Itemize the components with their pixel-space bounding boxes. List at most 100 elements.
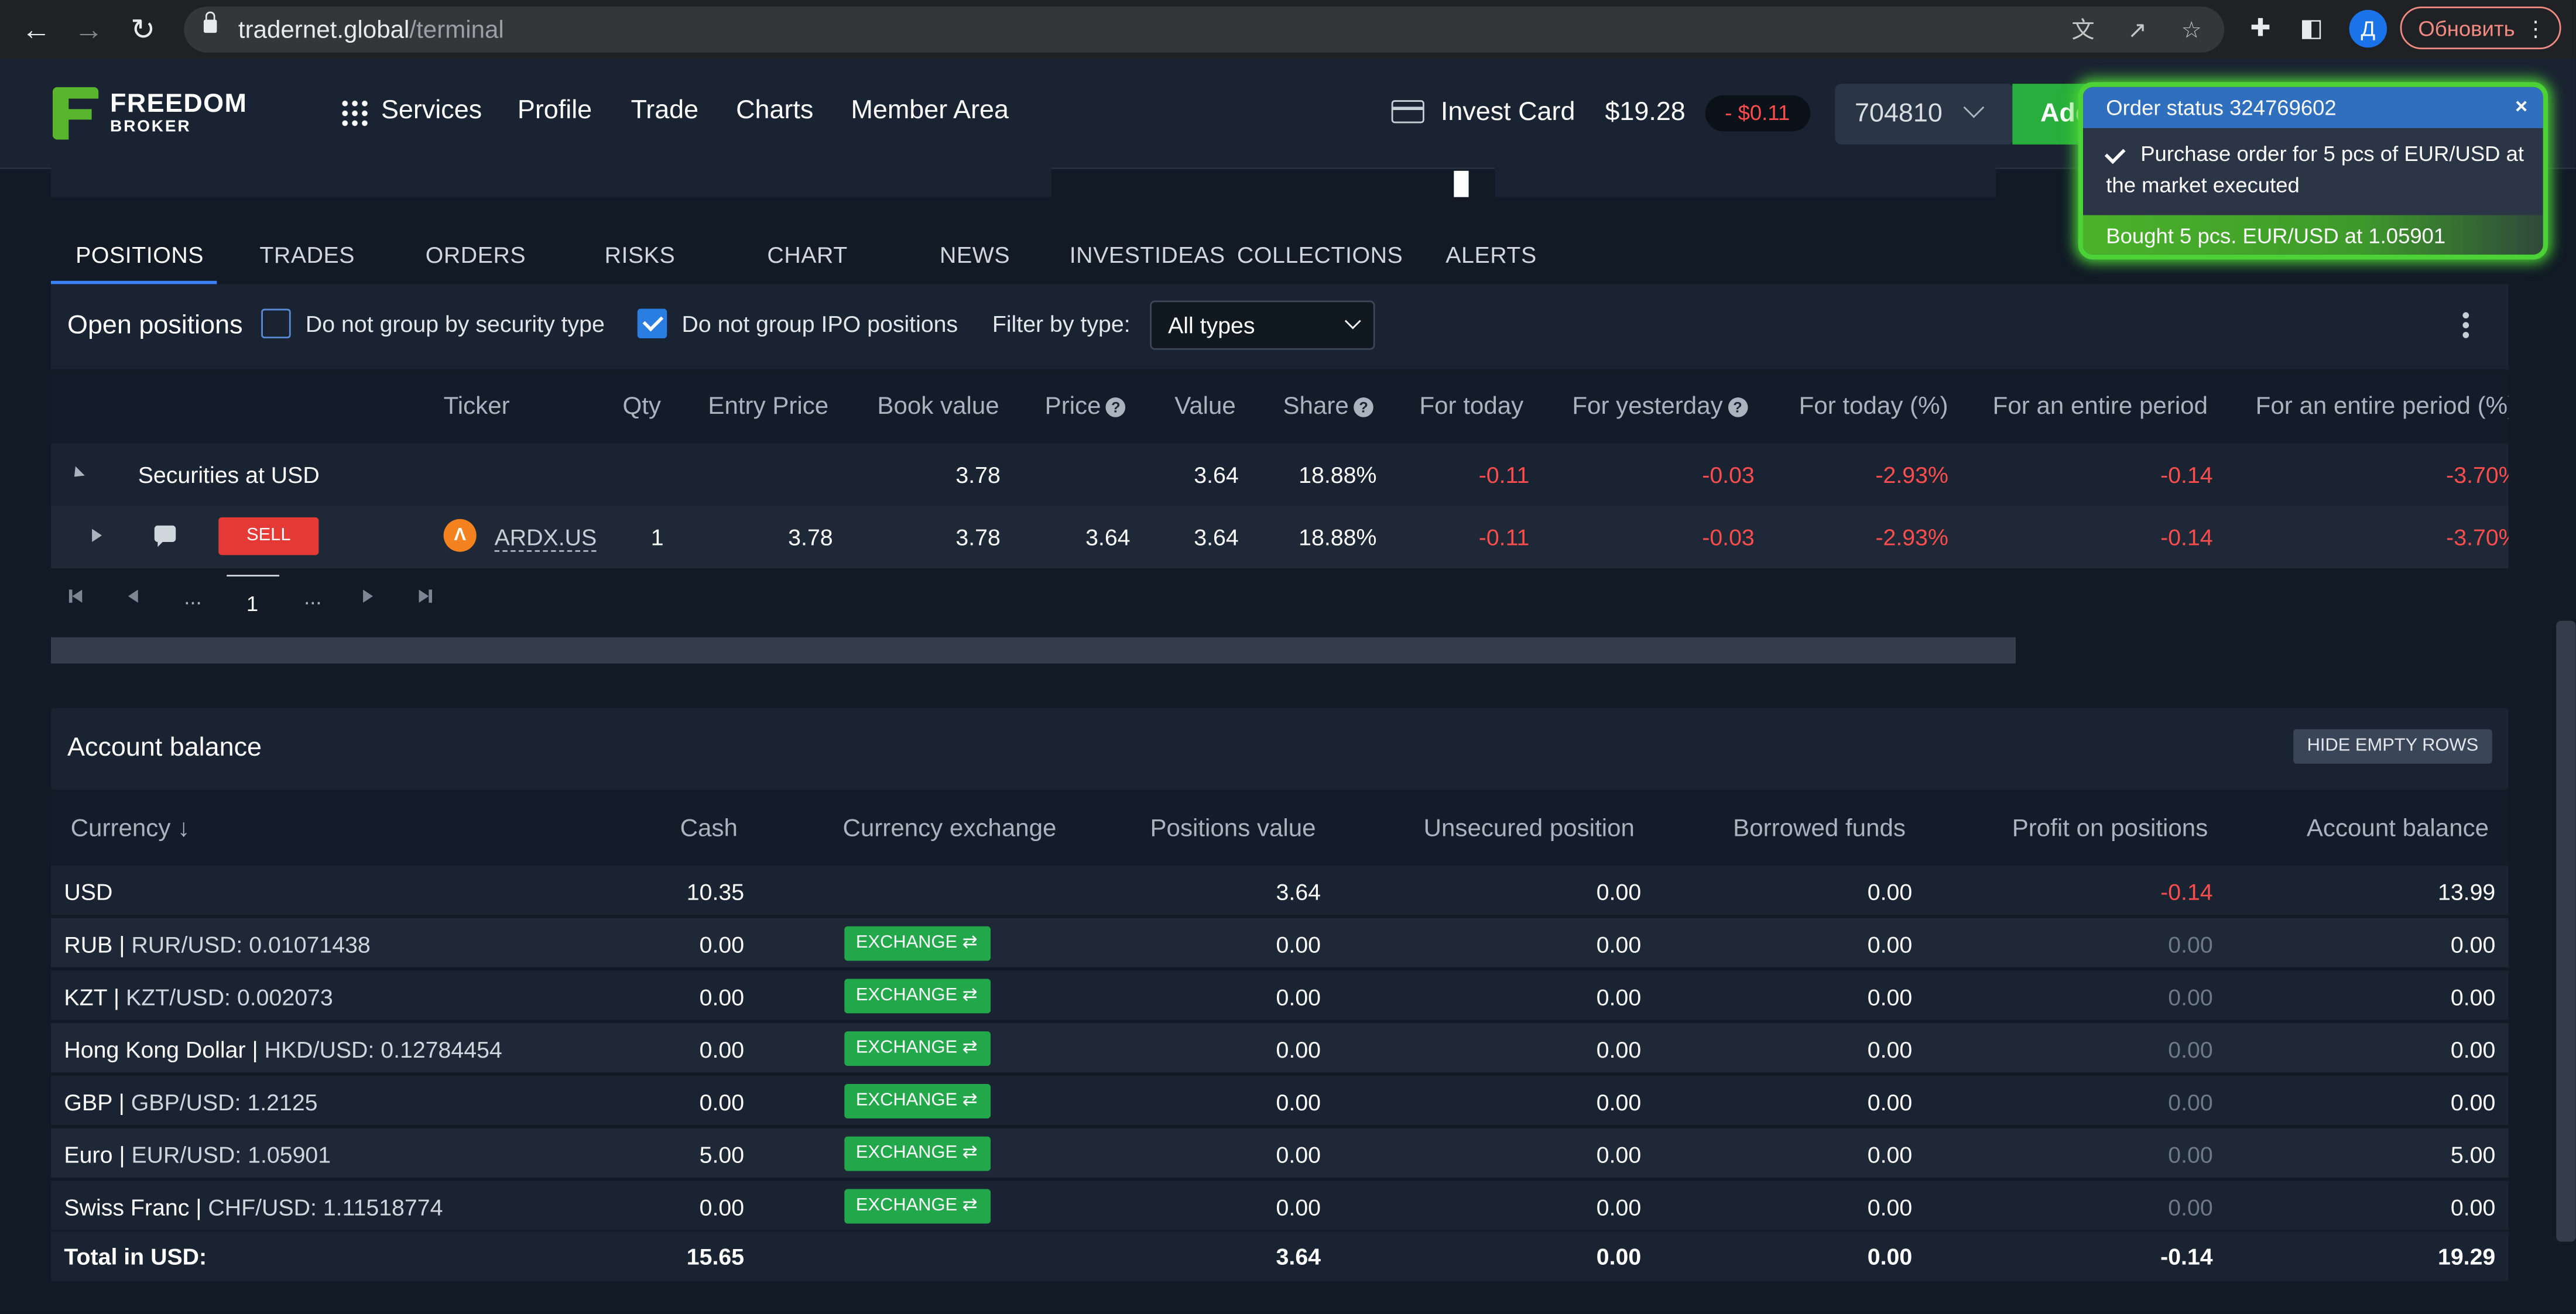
last-page-arrow-icon[interactable] xyxy=(419,589,429,603)
help-icon[interactable]: ? xyxy=(1354,397,1373,417)
col-ticker[interactable]: Ticker xyxy=(444,393,510,421)
group-ipo-checkbox[interactable] xyxy=(637,308,667,339)
browser-toolbar: ← → ↻ tradernet.global/terminal 文 ↗ ☆ ✚ … xyxy=(0,0,2576,60)
col-book-value[interactable]: Book value xyxy=(877,393,999,421)
sell-button[interactable]: SELL xyxy=(218,517,319,555)
group-for-today-pct: -2.93% xyxy=(1875,461,1948,488)
close-icon[interactable]: × xyxy=(2515,94,2527,118)
col-value[interactable]: Value xyxy=(1174,393,1236,421)
balance-positions-value: 0.00 xyxy=(1276,1089,1321,1116)
horizontal-scrollbar[interactable] xyxy=(50,637,2016,664)
invest-card-icon[interactable] xyxy=(1391,100,1424,123)
back-arrow-icon[interactable]: ← xyxy=(18,12,54,48)
prev-page-icon[interactable] xyxy=(128,589,138,603)
tab-alerts[interactable]: ALERTS xyxy=(1445,241,1537,267)
extensions-puzzle-icon[interactable]: ✚ xyxy=(2244,12,2277,48)
toast-footer: Bought 5 pcs. EUR/USD at 1.05901 xyxy=(2083,215,2543,255)
bookmark-star-icon[interactable]: ☆ xyxy=(2175,15,2208,44)
group-ipo-label[interactable]: Do not group IPO positions xyxy=(681,310,958,337)
nav-trade[interactable]: Trade xyxy=(631,97,699,127)
balance-profit: 0.00 xyxy=(2168,931,2213,958)
reload-icon[interactable]: ↻ xyxy=(125,12,161,48)
browser-update-button[interactable]: Обновить ⋮ xyxy=(2400,6,2561,51)
exchange-button[interactable]: EXCHANGE ⇄ xyxy=(844,979,991,1014)
share-icon[interactable]: ↗ xyxy=(2121,15,2154,44)
ticker-link[interactable]: ARDX.US xyxy=(494,524,597,552)
nav-profile[interactable]: Profile xyxy=(518,97,592,127)
more-vert-icon[interactable]: ⋮ xyxy=(2525,8,2546,51)
next-page-icon[interactable] xyxy=(363,589,373,603)
balance-unsecured: 0.00 xyxy=(1596,1036,1642,1063)
group-by-type-checkbox[interactable] xyxy=(261,308,291,339)
tab-risks[interactable]: RISKS xyxy=(605,241,676,267)
position-entire-period: -0.14 xyxy=(2160,524,2213,551)
tab-investideas[interactable]: INVESTIDEAS xyxy=(1070,241,1225,267)
first-page-icon[interactable] xyxy=(68,589,72,603)
side-panel-icon[interactable]: ◧ xyxy=(2295,12,2328,48)
col-for-yesterday[interactable]: For yesterday? xyxy=(1572,393,1748,420)
address-bar[interactable]: tradernet.global/terminal 文 ↗ ☆ xyxy=(184,6,2225,53)
col-currency[interactable]: Currency ↓ xyxy=(71,815,190,843)
group-by-type-label[interactable]: Do not group by security type xyxy=(306,310,605,337)
col-unsecured-position[interactable]: Unsecured position xyxy=(1380,815,1635,843)
first-page-arrow-icon[interactable] xyxy=(72,589,83,603)
last-page-icon[interactable] xyxy=(429,589,431,603)
exchange-button[interactable]: EXCHANGE ⇄ xyxy=(844,1031,991,1066)
col-price[interactable]: Price? xyxy=(1045,393,1126,420)
col-currency-exchange[interactable]: Currency exchange xyxy=(842,815,1056,843)
group-value: 3.64 xyxy=(1194,461,1239,488)
tab-collections[interactable]: COLLECTIONS xyxy=(1237,241,1403,267)
account-number: 704810 xyxy=(1854,100,1943,128)
col-share[interactable]: Share? xyxy=(1283,393,1373,420)
more-options-icon[interactable] xyxy=(2459,310,2473,340)
pager-current-page[interactable]: 1 xyxy=(246,591,258,616)
filter-type-select[interactable]: All types xyxy=(1150,300,1375,350)
comment-icon[interactable] xyxy=(154,525,176,547)
nav-member-area[interactable]: Member Area xyxy=(851,97,1009,127)
exchange-button[interactable]: EXCHANGE ⇄ xyxy=(844,1083,991,1119)
nav-services[interactable]: Services xyxy=(381,97,482,127)
col-account-balance[interactable]: Account balance xyxy=(2267,815,2489,843)
tab-positions[interactable]: POSITIONS xyxy=(76,241,204,267)
sort-arrow-down-icon[interactable]: ↓ xyxy=(177,815,190,843)
nav-charts[interactable]: Charts xyxy=(736,97,813,127)
balance-positions-value: 0.00 xyxy=(1276,1193,1321,1220)
exchange-button[interactable]: EXCHANGE ⇄ xyxy=(844,1189,991,1224)
tab-news[interactable]: NEWS xyxy=(940,241,1010,267)
col-qty[interactable]: Qty xyxy=(622,393,661,421)
tab-orders[interactable]: ORDERS xyxy=(426,241,526,267)
hide-empty-rows-button[interactable]: HIDE EMPTY ROWS xyxy=(2293,729,2492,764)
col-borrowed-funds[interactable]: Borrowed funds xyxy=(1692,815,1906,843)
col-entire-period[interactable]: For an entire period xyxy=(1993,393,2208,421)
col-cash[interactable]: Cash xyxy=(624,815,738,843)
tab-chart[interactable]: CHART xyxy=(767,241,847,267)
col-for-today-pct[interactable]: For today (%) xyxy=(1799,393,1948,421)
help-icon[interactable]: ? xyxy=(1728,397,1748,417)
help-icon[interactable]: ? xyxy=(1105,397,1126,417)
account-selector[interactable]: 704810 xyxy=(1835,84,2015,145)
col-for-today[interactable]: For today xyxy=(1419,393,1523,421)
vertical-scrollbar[interactable] xyxy=(2556,620,2576,1242)
balance-unsecured: 0.00 xyxy=(1596,1193,1642,1220)
pager-ellipsis-right[interactable]: ... xyxy=(304,585,321,609)
pager-ellipsis-left[interactable]: ... xyxy=(184,585,201,609)
exchange-button[interactable]: EXCHANGE ⇄ xyxy=(844,926,991,961)
profile-avatar[interactable]: Д xyxy=(2349,9,2387,48)
toast-header: Order status 324769602 × xyxy=(2083,87,2543,128)
balance-account-balance: 0.00 xyxy=(2450,983,2496,1010)
swap-arrows-icon: ⇄ xyxy=(957,1143,978,1163)
translate-icon[interactable]: 文 xyxy=(2067,15,2099,44)
col-positions-value[interactable]: Positions value xyxy=(1117,815,1316,843)
balance-profit: 0.00 xyxy=(2168,1089,2213,1116)
forward-arrow-icon[interactable]: → xyxy=(71,12,107,48)
col-profit-on-positions[interactable]: Profit on positions xyxy=(1955,815,2208,843)
services-grid-icon[interactable] xyxy=(340,98,370,128)
col-entire-period-pct[interactable]: For an entire period (%) xyxy=(2256,393,2509,421)
expand-row-icon[interactable] xyxy=(92,529,102,542)
position-for-today-pct: -2.93% xyxy=(1875,524,1948,551)
col-entry-price[interactable]: Entry Price xyxy=(708,393,828,421)
swap-arrows-icon: ⇄ xyxy=(957,1195,978,1216)
tab-trades[interactable]: TRADES xyxy=(259,241,355,267)
exchange-button[interactable]: EXCHANGE ⇄ xyxy=(844,1136,991,1171)
invest-card-link[interactable]: Invest Card xyxy=(1441,98,1575,128)
